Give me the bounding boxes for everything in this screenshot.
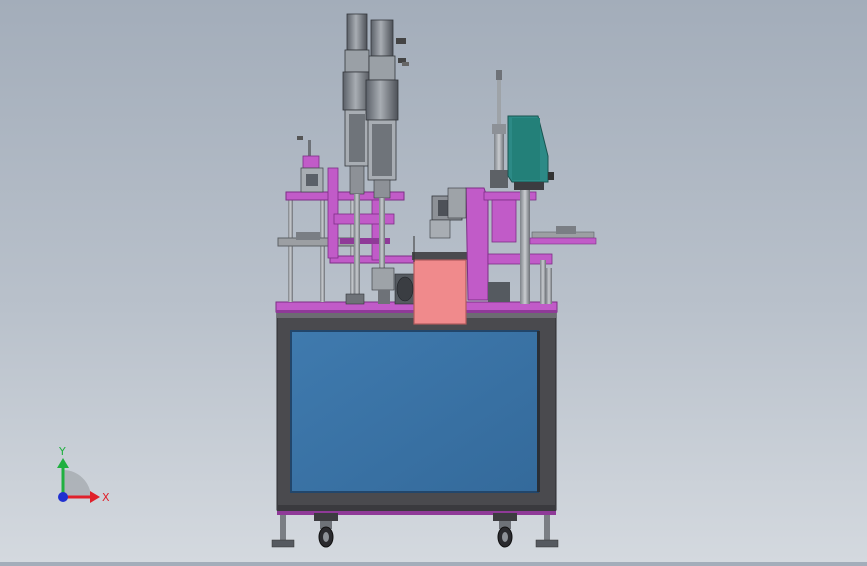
cabinet-front-panel — [290, 330, 539, 493]
caster-left — [314, 513, 338, 548]
coordinate-triad: Y X — [57, 445, 110, 504]
center-housing — [412, 236, 468, 325]
teal-hmi-cabinet — [507, 115, 554, 190]
left-mid-plate — [277, 232, 419, 264]
right-magenta-bracket — [465, 187, 553, 302]
right-support-column — [520, 190, 552, 304]
y-axis-label: Y — [58, 445, 66, 458]
gear-motor-assembly — [429, 187, 467, 239]
base-cabinet — [276, 310, 557, 515]
drive-pulley — [394, 273, 416, 305]
x-axis-label: X — [102, 491, 110, 504]
leveling-foot-left — [271, 515, 295, 548]
left-small-cylinder — [297, 136, 324, 193]
leveling-foot-right — [535, 515, 559, 548]
sensor-cables — [396, 38, 409, 66]
right-feeder-rail — [529, 226, 597, 245]
caster-right — [493, 513, 517, 548]
machine-assembly-drawing: Y X — [57, 13, 597, 548]
z-axis-origin — [58, 492, 68, 502]
right-vertical-cylinder — [490, 70, 508, 188]
cad-viewport[interactable]: Y X — [0, 0, 867, 562]
